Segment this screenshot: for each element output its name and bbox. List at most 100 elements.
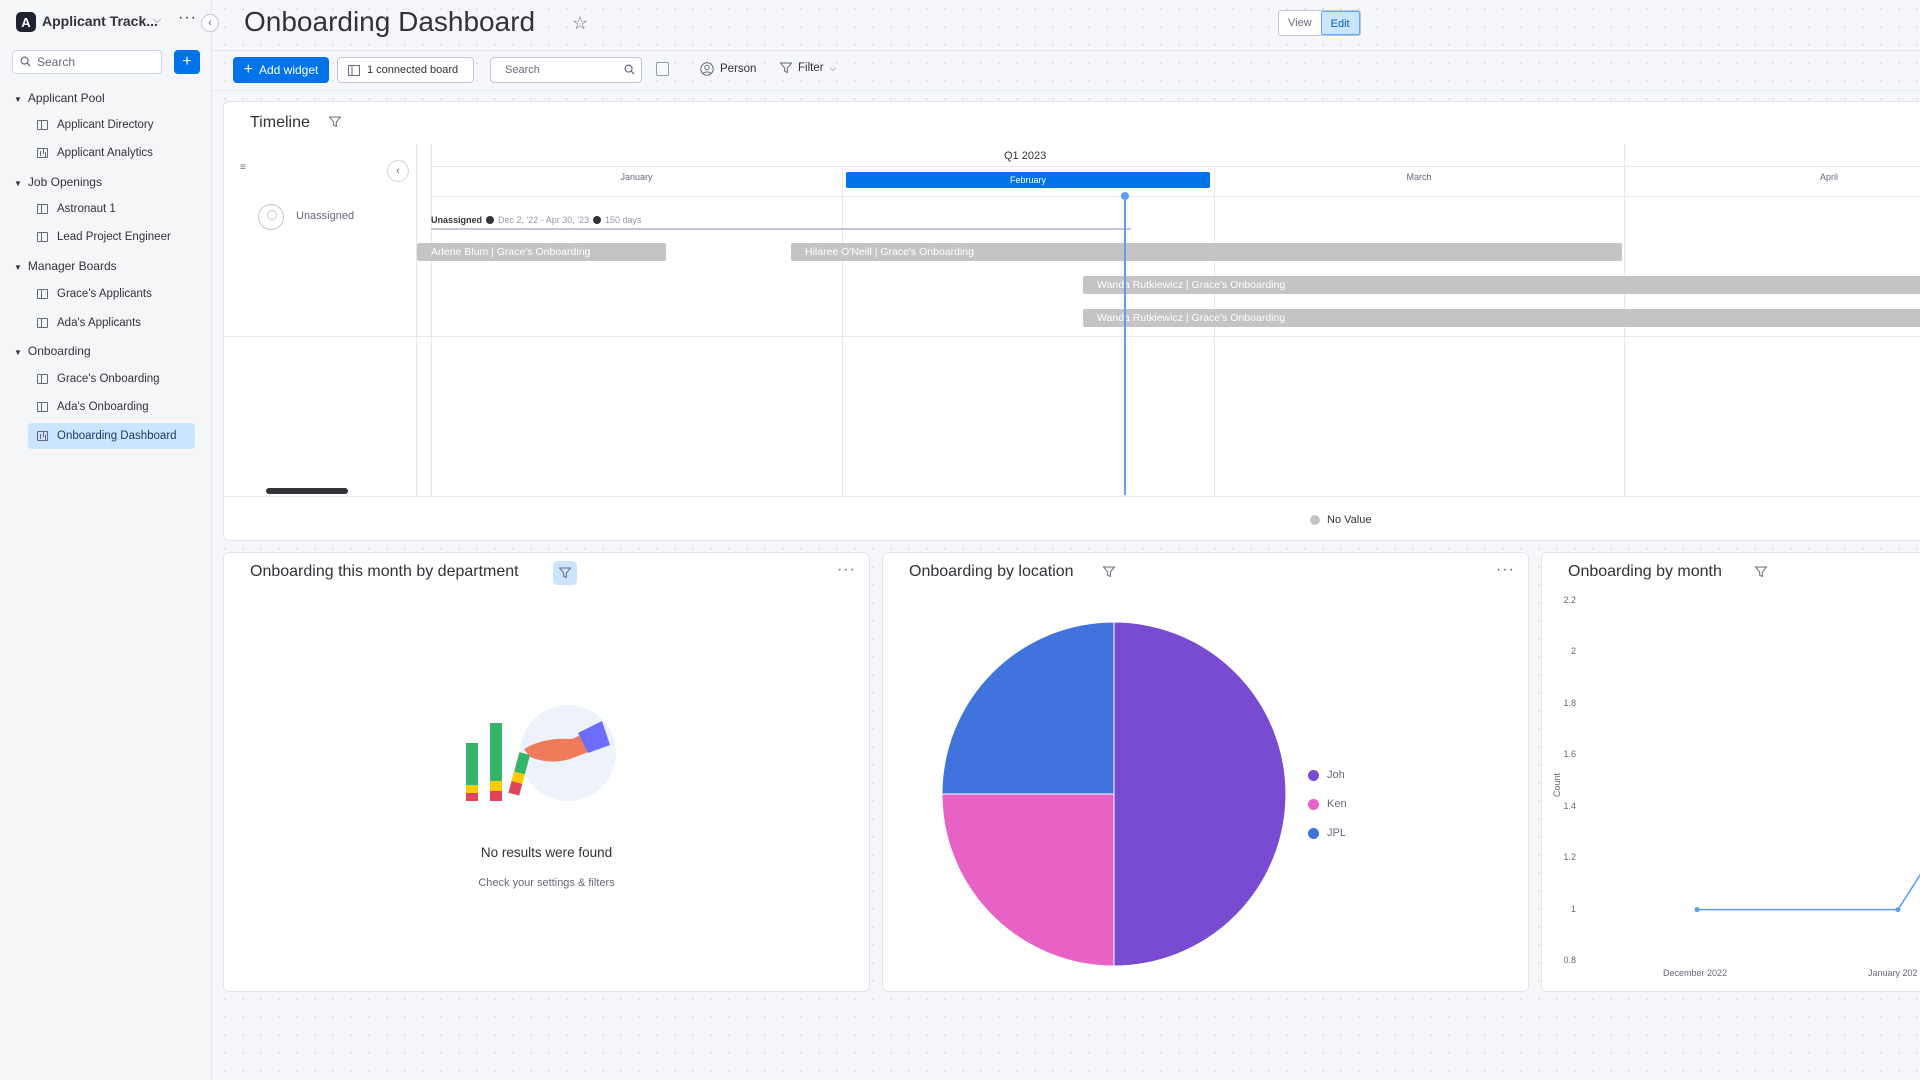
sidebar-item-onboarding-dashboard[interactable]: Onboarding Dashboard	[28, 423, 195, 449]
board-icon	[37, 402, 48, 412]
board-icon	[37, 120, 48, 130]
view-button[interactable]: View	[1279, 11, 1321, 35]
filter-button[interactable]: Filter ⌵	[780, 62, 836, 74]
pie-slice-ken[interactable]	[941, 793, 1115, 967]
empty-state-subtitle: Check your settings & filters	[478, 877, 615, 889]
x-tick-label: December 2022	[1663, 968, 1728, 978]
person-icon	[700, 62, 714, 76]
workspace-logo[interactable]: A	[16, 12, 36, 32]
grid-line	[431, 196, 1920, 197]
more-options-icon[interactable]: ···	[178, 9, 197, 27]
group-summary: Unassigned Dec 2, '22 - Apr 30, '23 150 …	[431, 215, 642, 225]
timeline-title: Timeline	[250, 114, 310, 131]
today-marker-line	[1124, 195, 1126, 495]
search-icon	[20, 56, 31, 67]
legend-label: Joh	[1327, 769, 1345, 781]
filter-icon	[559, 567, 571, 579]
caret-down-icon: ▼	[14, 263, 22, 272]
month-label-selected[interactable]: February	[846, 172, 1210, 188]
legend-item-joh[interactable]: Joh	[1308, 769, 1345, 781]
sidebar-group-job-openings[interactable]: ▼ Job Openings	[14, 175, 102, 189]
search-icon	[624, 64, 635, 75]
sidebar-item-graces-applicants[interactable]: Grace's Applicants	[28, 281, 195, 307]
pie-slice-joh[interactable]	[1113, 621, 1287, 967]
toolbar-search-input[interactable]: Search	[490, 57, 642, 83]
dashboard-icon	[37, 148, 48, 158]
board-icon	[37, 232, 48, 242]
connected-boards-button[interactable]: 1 connected board	[337, 57, 474, 83]
pie-slice-jpl[interactable]	[941, 621, 1115, 795]
collapse-sidebar-button[interactable]: ‹	[201, 14, 219, 32]
location-pie-chart	[941, 621, 1287, 967]
plus-icon: +	[243, 61, 253, 78]
month-widget: Onboarding by month 2.2 2 1.8 1.6 1.4 1.2 1 0.8…	[1541, 552, 1920, 992]
filter-button[interactable]	[553, 561, 577, 585]
group-label: Unassigned	[296, 210, 355, 222]
x-tick-label: January 202	[1868, 968, 1918, 978]
legend-dot	[1308, 827, 1319, 839]
line-point[interactable]	[1694, 907, 1700, 913]
legend-item-jpl[interactable]: JPL	[1308, 827, 1346, 839]
sidebar-item-graces-onboarding[interactable]: Grace's Onboarding	[28, 366, 195, 392]
workspace-name[interactable]: Applicant Track...	[42, 13, 158, 29]
add-widget-button[interactable]: + Add widget	[233, 57, 329, 83]
sidebar-group-onboarding[interactable]: ▼ Onboarding	[14, 344, 91, 358]
grid-line	[1214, 166, 1215, 496]
sidebar-item-applicant-analytics[interactable]: Applicant Analytics	[28, 140, 195, 166]
edit-button[interactable]: Edit	[1320, 11, 1360, 35]
legend-dot	[1308, 769, 1319, 781]
dot-icon	[486, 216, 495, 224]
filter-icon[interactable]	[1103, 566, 1115, 578]
timeline-prev-button[interactable]: ‹	[387, 160, 409, 182]
timeline-bar[interactable]: Hilaree O'Neill | Grace's Onboarding	[791, 243, 1622, 261]
page-title[interactable]: Onboarding Dashboard	[244, 6, 535, 38]
board-icon	[37, 374, 48, 384]
empty-state-title: No results were found	[480, 845, 613, 860]
person-filter-button[interactable]: Person	[700, 62, 756, 76]
legend-no-value: No Value	[1310, 514, 1371, 526]
more-options-icon[interactable]: ···	[1496, 561, 1515, 579]
dot-icon	[593, 216, 602, 224]
timeline-bar[interactable]: Wanda Rutkiewicz | Grace's Onboarding	[1083, 309, 1920, 327]
filter-icon[interactable]	[329, 116, 341, 128]
chevron-down-icon: ⌵	[829, 62, 837, 73]
month-line-chart	[1694, 873, 1920, 913]
sidebar-search-placeholder: Search	[37, 55, 76, 69]
timeline-widget: Timeline ≡ ‹ Q1 2023 January February Ma…	[223, 101, 1920, 541]
board-icon	[37, 204, 48, 214]
view-edit-toggle: View Edit	[1278, 10, 1361, 36]
add-item-button[interactable]: +	[174, 50, 200, 74]
board-icon	[37, 289, 48, 299]
star-icon[interactable]: ☆	[572, 13, 588, 34]
horizontal-scrollbar[interactable]	[266, 488, 348, 494]
timeline-bar[interactable]: Arlene Blum | Grace's Onboarding	[417, 243, 666, 261]
collapse-rows-icon[interactable]: ≡	[240, 162, 246, 173]
line-series	[1697, 873, 1920, 911]
location-widget: Onboarding by location ··· Joh Ken JPL	[882, 552, 1529, 992]
sidebar-item-applicant-directory[interactable]: Applicant Directory	[28, 112, 195, 138]
grid-line	[224, 496, 1920, 497]
sidebar-item-astronaut-1[interactable]: Astronaut 1	[28, 196, 195, 222]
layout-icon[interactable]	[656, 62, 669, 76]
legend-dot	[1310, 515, 1320, 525]
legend-label: JPL	[1327, 827, 1346, 839]
legend-dot	[1308, 798, 1319, 810]
sidebar-item-lead-project-engineer[interactable]: Lead Project Engineer	[28, 224, 195, 250]
department-widget-title: Onboarding this month by department	[250, 563, 519, 580]
sidebar-item-adas-applicants[interactable]: Ada's Applicants	[28, 310, 195, 336]
legend-item-ken[interactable]: Ken	[1308, 798, 1347, 810]
sidebar-group-applicant-pool[interactable]: ▼ Applicant Pool	[14, 91, 105, 105]
group-span-line	[431, 228, 1131, 230]
sidebar-search-input[interactable]: Search	[12, 50, 162, 74]
line-point[interactable]	[1895, 907, 1901, 913]
filter-icon	[780, 62, 792, 74]
chevron-down-icon[interactable]: ⌵	[153, 14, 161, 27]
sidebar-item-adas-onboarding[interactable]: Ada's Onboarding	[28, 394, 195, 420]
avatar-icon	[258, 204, 284, 230]
header-divider	[212, 50, 1920, 51]
department-widget: Onboarding this month by department ··· …	[223, 552, 870, 992]
more-options-icon[interactable]: ···	[837, 561, 856, 579]
sidebar: A Applicant Track... ⌵ ··· ‹ Search + ▼ A…	[0, 0, 219, 1080]
sidebar-group-manager-boards[interactable]: ▼ Manager Boards	[14, 259, 117, 273]
timeline-bar[interactable]: Wanda Rutkiewicz | Grace's Onboarding	[1083, 276, 1920, 294]
